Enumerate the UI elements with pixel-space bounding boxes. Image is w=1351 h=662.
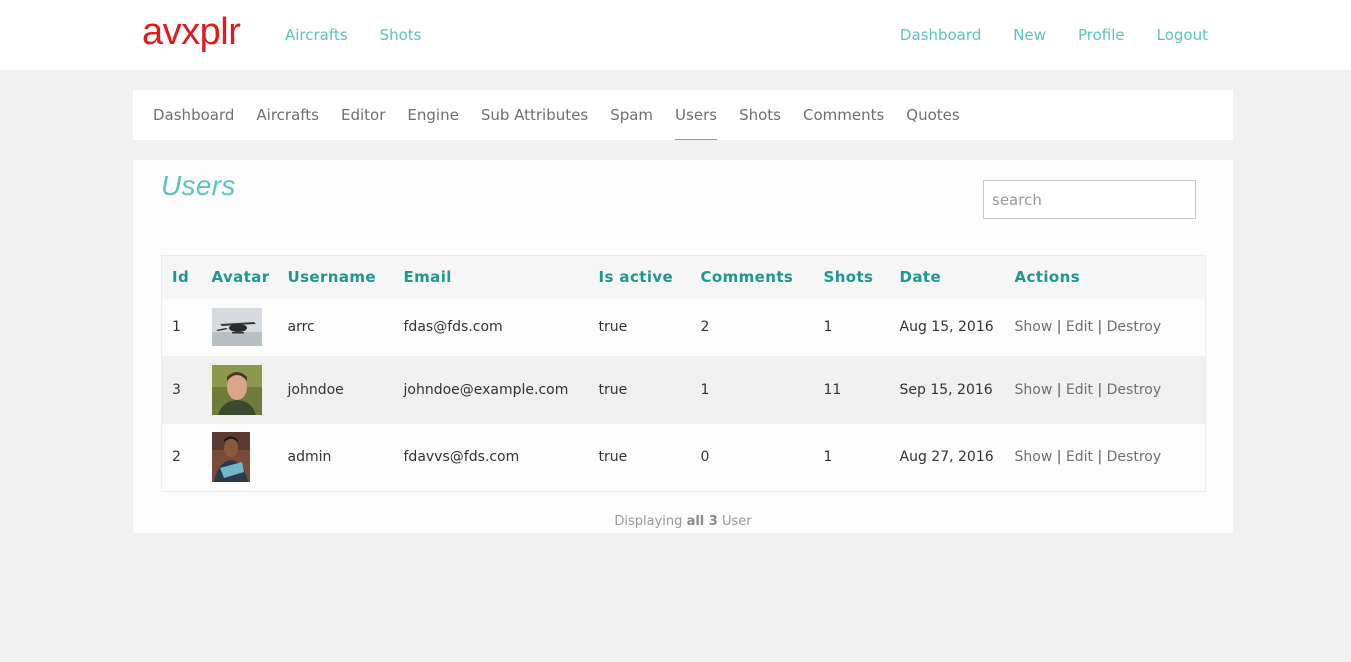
- subnav-sub-attributes[interactable]: Sub Attributes: [481, 90, 588, 140]
- topnav-new-link[interactable]: New: [1013, 25, 1046, 45]
- avatar-man-portrait-image[interactable]: [211, 364, 262, 415]
- cell-is-active: true: [598, 381, 628, 398]
- cell-username: johndoe: [287, 381, 344, 398]
- cell-comments: 2: [700, 319, 710, 335]
- topnav-aircrafts-link[interactable]: Aircrafts: [285, 25, 348, 45]
- pagination-count: all 3: [686, 514, 718, 529]
- cell-email: fdas@fds.com: [403, 319, 503, 335]
- action-separator: |: [1056, 449, 1062, 466]
- admin-subnav: Dashboard Aircrafts Editor Engine Sub At…: [133, 90, 1233, 140]
- cell-date: Aug 15, 2016: [899, 319, 994, 335]
- table-row: 3 johndoe johndoe@example.com true 1 11 …: [161, 355, 1206, 424]
- edit-link[interactable]: Edit: [1066, 319, 1093, 335]
- col-header-id[interactable]: Id: [162, 256, 202, 299]
- subnav-engine[interactable]: Engine: [407, 90, 458, 140]
- cell-id: 1: [172, 319, 181, 335]
- destroy-link[interactable]: Destroy: [1107, 319, 1161, 335]
- col-header-actions: Actions: [1014, 268, 1081, 287]
- edit-link[interactable]: Edit: [1066, 382, 1093, 398]
- col-header-avatar[interactable]: Avatar: [202, 256, 278, 299]
- topnav-dashboard-link[interactable]: Dashboard: [900, 25, 981, 45]
- cell-comments: 1: [700, 381, 710, 398]
- topnav-left: Aircrafts Shots: [285, 25, 422, 45]
- action-separator: |: [1056, 319, 1062, 335]
- users-panel: Users Id Avatar Username Email Is active…: [133, 160, 1233, 533]
- cell-shots: 1: [823, 319, 833, 335]
- topnav-right: Dashboard New Profile Logout: [900, 25, 1208, 45]
- action-separator: |: [1056, 381, 1062, 398]
- col-header-shots[interactable]: Shots: [814, 256, 890, 299]
- cell-is-active: true: [598, 449, 628, 466]
- cell-date: Aug 27, 2016: [899, 449, 994, 466]
- col-header-date[interactable]: Date: [890, 256, 1005, 299]
- topnav-shots-link[interactable]: Shots: [380, 25, 422, 45]
- cell-avatar: [202, 299, 278, 356]
- cell-comments: 0: [700, 449, 710, 466]
- show-link[interactable]: Show: [1015, 449, 1053, 465]
- cell-is-active: true: [598, 319, 628, 335]
- cell-email: fdavvs@fds.com: [403, 449, 520, 466]
- cell-username: arrc: [287, 319, 315, 335]
- cell-date: Sep 15, 2016: [899, 381, 993, 398]
- action-separator: |: [1097, 319, 1103, 335]
- brand-logo[interactable]: avxplr: [142, 9, 241, 55]
- avatar-helicopter-image[interactable]: [211, 308, 262, 346]
- cell-shots: 11: [823, 381, 842, 398]
- table-header-row: Id Avatar Username Email Is active Comme…: [161, 255, 1206, 299]
- subnav-aircrafts[interactable]: Aircrafts: [256, 90, 319, 140]
- subnav-editor[interactable]: Editor: [341, 90, 385, 140]
- cell-avatar: [202, 356, 278, 424]
- search-input[interactable]: [983, 180, 1196, 219]
- cell-username: admin: [287, 449, 332, 466]
- col-header-is-active[interactable]: Is active: [589, 256, 691, 299]
- destroy-link[interactable]: Destroy: [1107, 382, 1161, 398]
- cell-shots: 1: [823, 449, 833, 466]
- cell-email: johndoe@example.com: [403, 381, 569, 398]
- avatar-person-image[interactable]: [211, 432, 250, 483]
- subnav-quotes[interactable]: Quotes: [906, 90, 959, 140]
- cell-actions: Show | Edit | Destroy: [1005, 424, 1206, 492]
- show-link[interactable]: Show: [1015, 319, 1053, 335]
- show-link[interactable]: Show: [1015, 382, 1053, 398]
- cell-actions: Show | Edit | Destroy: [1005, 356, 1206, 424]
- users-table: Id Avatar Username Email Is active Comme…: [161, 255, 1206, 492]
- subnav-dashboard[interactable]: Dashboard: [153, 90, 234, 140]
- col-header-username[interactable]: Username: [278, 256, 394, 299]
- destroy-link[interactable]: Destroy: [1107, 449, 1161, 465]
- cell-actions: Show | Edit | Destroy: [1005, 299, 1206, 356]
- edit-link[interactable]: Edit: [1066, 449, 1093, 465]
- page-title: Users: [161, 170, 236, 201]
- topnav-profile-link[interactable]: Profile: [1078, 25, 1125, 45]
- col-header-email[interactable]: Email: [394, 256, 589, 299]
- cell-id: 3: [172, 381, 181, 398]
- pagination-info: Displaying all 3 User: [133, 514, 1233, 529]
- table-row: 1 arrc fdas@fds.com true 2 1 Aug 15, 201…: [161, 298, 1206, 356]
- subnav-shots[interactable]: Shots: [739, 90, 781, 140]
- subnav-comments[interactable]: Comments: [803, 90, 884, 140]
- col-header-comments[interactable]: Comments: [691, 256, 814, 299]
- subnav-users[interactable]: Users: [675, 90, 718, 140]
- pagination-prefix: Displaying: [614, 514, 683, 529]
- action-separator: |: [1097, 381, 1103, 398]
- cell-id: 2: [172, 449, 181, 466]
- table-row: 2 admin fdavvs@fds.com true 0 1 Aug 27, …: [161, 423, 1206, 492]
- cell-avatar: [202, 424, 278, 492]
- pagination-suffix: User: [721, 514, 752, 529]
- action-separator: |: [1097, 449, 1103, 466]
- top-navbar: avxplr Aircrafts Shots Dashboard New Pro…: [0, 0, 1351, 70]
- subnav-spam[interactable]: Spam: [610, 90, 653, 140]
- topnav-logout-link[interactable]: Logout: [1157, 25, 1208, 45]
